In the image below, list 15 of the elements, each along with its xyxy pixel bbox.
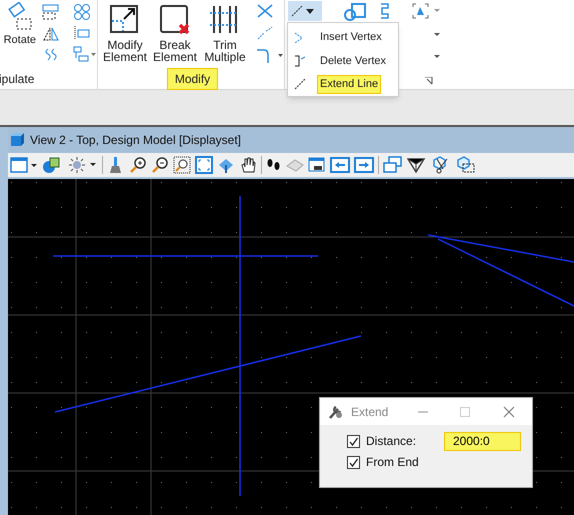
distance-field[interactable]: 2000:0 [444,432,521,450]
menu-item[interactable]: Extend Line [317,75,382,94]
tool-button[interactable]: Trim Multiple [202,3,248,63]
menu-item[interactable]: Insert Vertex [317,28,385,47]
menu-item[interactable]: Delete Vertex [317,52,390,70]
view-title: View 2 - Top, Design Model [Displayset] [30,132,241,149]
tool-button[interactable]: Break Element [152,3,198,63]
option-label: From End [366,454,420,471]
option-label: Distance: [366,433,418,450]
tool-button[interactable]: Modify Element [102,3,148,63]
dialog-title: Extend [351,404,388,420]
group-label: Modify [166,68,218,90]
group-label: ipulate [0,71,36,88]
rotate-button[interactable]: Rotate [2,2,38,62]
drawing-canvas[interactable]: Extend Distance: 2000:0 From End [8,179,574,515]
